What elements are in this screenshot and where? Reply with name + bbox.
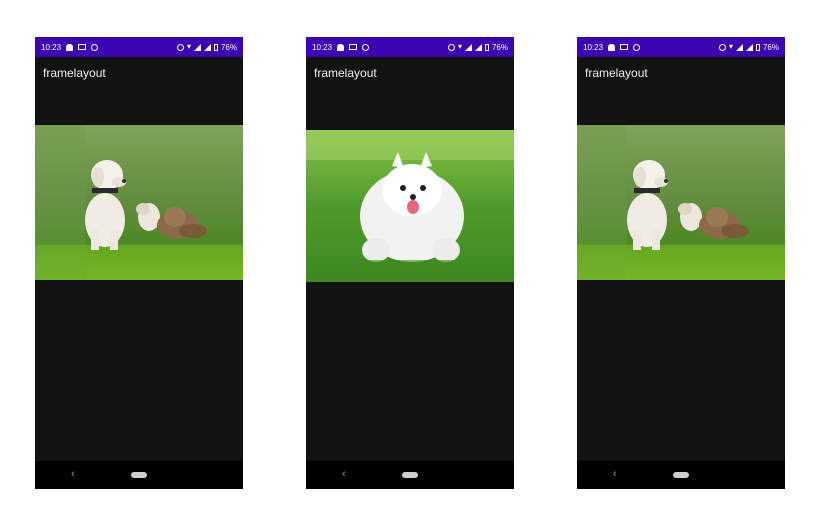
navigation-bar: ‹ bbox=[306, 461, 514, 489]
wifi-icon: ▾ bbox=[186, 42, 191, 51]
sync-icon bbox=[362, 43, 370, 51]
home-button[interactable] bbox=[402, 472, 418, 478]
home-button[interactable] bbox=[673, 472, 689, 478]
phone-screen-1: 10:23 ▾ 76% framelayout ‹ bbox=[35, 37, 243, 489]
battery-percent: 76% bbox=[762, 42, 779, 52]
signal-icon-2 bbox=[203, 43, 211, 51]
status-time: 10:23 bbox=[583, 42, 604, 52]
wifi-icon: ▾ bbox=[728, 42, 733, 51]
battery-percent: 76% bbox=[220, 42, 237, 52]
alarm-icon bbox=[447, 43, 455, 51]
white-pomeranian-photo bbox=[306, 130, 514, 282]
app-title: framelayout bbox=[585, 66, 648, 80]
status-bar: 10:23 ▾ 76% bbox=[306, 37, 514, 57]
signal-icon-2 bbox=[745, 43, 753, 51]
navigation-bar: ‹ bbox=[577, 461, 785, 489]
phone-screen-3: 10:23 ▾ 76% framelayout ‹ bbox=[577, 37, 785, 489]
screen-cast-icon bbox=[78, 44, 87, 50]
app-title: framelayout bbox=[43, 66, 106, 80]
alarm-icon bbox=[718, 43, 726, 51]
back-button[interactable]: ‹ bbox=[71, 468, 75, 480]
sync-icon bbox=[633, 43, 641, 51]
battery-icon bbox=[755, 43, 760, 51]
battery-icon bbox=[484, 43, 489, 51]
back-button[interactable]: ‹ bbox=[613, 468, 617, 480]
signal-icon bbox=[193, 43, 201, 51]
notification-bell-icon bbox=[608, 43, 616, 51]
signal-icon bbox=[735, 43, 743, 51]
home-button[interactable] bbox=[131, 472, 147, 478]
alarm-icon bbox=[176, 43, 184, 51]
puppy-and-kitten-photo bbox=[577, 125, 785, 280]
wifi-icon: ▾ bbox=[457, 42, 462, 51]
screen-cast-icon bbox=[620, 44, 629, 50]
phone-screen-2: 10:23 ▾ 76% framelayout ‹ bbox=[306, 37, 514, 489]
status-bar: 10:23 ▾ 76% bbox=[35, 37, 243, 57]
notification-bell-icon bbox=[66, 43, 74, 51]
screen-cast-icon bbox=[349, 44, 358, 50]
signal-icon-2 bbox=[474, 43, 482, 51]
navigation-bar: ‹ bbox=[35, 461, 243, 489]
status-time: 10:23 bbox=[312, 42, 333, 52]
signal-icon bbox=[464, 43, 472, 51]
battery-icon bbox=[213, 43, 218, 51]
notification-bell-icon bbox=[337, 43, 345, 51]
app-title: framelayout bbox=[314, 66, 377, 80]
back-button[interactable]: ‹ bbox=[342, 468, 346, 480]
sync-icon bbox=[91, 43, 99, 51]
status-time: 10:23 bbox=[41, 42, 62, 52]
status-bar: 10:23 ▾ 76% bbox=[577, 37, 785, 57]
battery-percent: 76% bbox=[491, 42, 508, 52]
puppy-and-kitten-photo bbox=[35, 125, 243, 280]
